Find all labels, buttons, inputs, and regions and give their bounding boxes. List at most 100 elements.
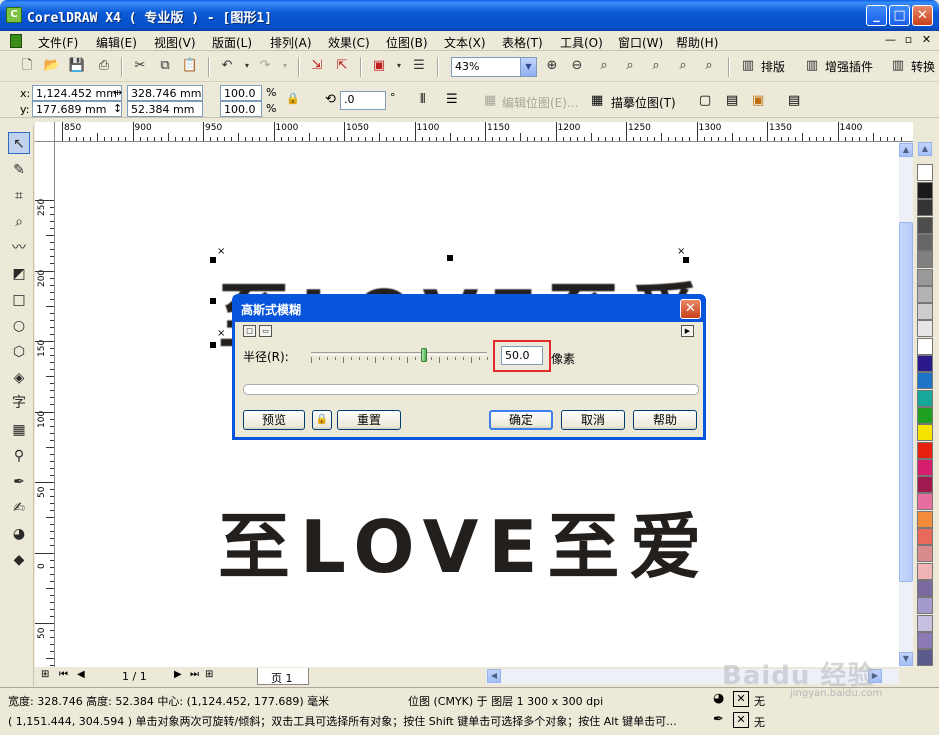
menu-arrange[interactable]: 排列(A) [270,34,312,51]
palette-scroll-up-icon[interactable]: ▲ [918,142,932,156]
doc-minimize-button[interactable]: — [883,33,898,48]
vertical-scrollbar[interactable]: ▲ ▼ [899,142,913,667]
fill-tool-icon[interactable]: ◕ [8,523,30,545]
crop-tool-icon[interactable]: ⌗ [8,185,30,207]
zoom-out-icon[interactable]: ⊖ [568,57,586,75]
interactive-fill-tool-icon[interactable]: ◆ [8,549,30,571]
dialog-expand-icon[interactable]: ▶ [681,325,694,337]
ruler-corner[interactable] [35,122,55,142]
doc-close-button[interactable]: ✕ [919,33,934,48]
width-field[interactable]: 328.746 mm [127,85,203,101]
dialog-split-view-icon[interactable]: ▭ [259,325,272,337]
color-swatch[interactable] [917,597,933,615]
y-position-field[interactable]: 177.689 mm [32,101,122,117]
mirror-vertical-icon[interactable]: ☰ [446,92,458,107]
height-field[interactable]: 52.384 mm [127,101,203,117]
page-tab[interactable]: 页 1 [257,668,309,685]
redo-dropdown-icon[interactable]: ▾ [276,57,294,75]
menu-help[interactable]: 帮助(H) [676,34,718,51]
mirror-horizontal-icon[interactable]: ⫴ [420,92,425,107]
radius-slider-thumb[interactable] [421,348,427,362]
save-icon[interactable]: 💾 [68,57,86,75]
menu-window[interactable]: 窗口(W) [618,34,663,51]
bitmap-color-mask-icon[interactable]: ▣ [752,93,764,108]
selection-handle[interactable] [210,342,216,348]
menu-bitmaps[interactable]: 位图(B) [386,34,428,51]
paste-icon[interactable]: 📋 [181,57,199,75]
color-swatch[interactable] [917,406,933,424]
color-swatch[interactable] [917,528,933,545]
color-swatch[interactable] [917,579,933,597]
x-position-field[interactable]: 1,124.452 mm [32,85,122,101]
zoom-level-select[interactable]: 43% ▼ [451,57,537,77]
color-swatch[interactable] [917,614,933,632]
polygon-tool-icon[interactable]: ⬡ [8,341,30,363]
first-page-icon[interactable]: ⏮ [59,669,68,680]
plugin-button[interactable]: 增强插件 [825,58,873,75]
radius-slider-track[interactable] [311,352,487,355]
zoom-all-icon[interactable]: ⌕ [621,57,639,75]
ok-button[interactable]: 确定 [489,410,553,430]
auto-preview-lock-icon[interactable]: 🔒 [312,410,332,430]
text-tool-icon[interactable]: 字 [8,392,30,414]
color-swatch[interactable] [917,493,933,511]
selection-handle[interactable] [447,255,453,261]
menu-layout[interactable]: 版面(L) [212,34,252,51]
menu-view[interactable]: 视图(V) [154,34,196,51]
color-swatch[interactable] [917,631,933,649]
new-icon[interactable]: 🗋 [18,57,36,75]
color-swatch[interactable] [917,355,933,372]
color-swatch[interactable] [917,337,933,355]
rotation-field[interactable]: .0 [340,91,386,110]
edit-bitmap-button[interactable]: 编辑位图(E)... [502,94,578,111]
basic-shapes-tool-icon[interactable]: ◈ [8,367,30,389]
last-page-icon[interactable]: ⏭ [190,669,199,680]
shape-tool-icon[interactable]: ✎ [8,159,30,181]
color-swatch[interactable] [917,199,933,217]
scroll-left-icon[interactable]: ◀ [487,669,501,683]
color-swatch[interactable] [917,285,933,303]
trace-bitmap-button[interactable]: 描摹位图(T) [611,94,676,111]
color-swatch[interactable] [917,233,933,251]
no-outline-swatch-icon[interactable]: ✕ [733,712,749,728]
freehand-tool-icon[interactable]: 〰 [8,237,30,259]
selection-handle[interactable] [683,257,689,263]
crop-bitmap-icon[interactable]: ▢ [699,93,711,108]
color-swatch[interactable] [917,649,933,667]
maximize-button[interactable]: □ [889,5,910,26]
open-icon[interactable]: 📂 [43,57,61,75]
zoom-height-icon[interactable]: ⌕ [700,57,718,75]
welcome-screen-icon[interactable]: ☰ [410,57,428,75]
menu-text[interactable]: 文本(X) [444,34,486,51]
layout-icon[interactable]: ▥ [739,57,757,75]
color-swatch[interactable] [917,320,933,338]
cut-icon[interactable]: ✂ [131,57,149,75]
redo-icon[interactable]: ↷ [256,57,274,75]
scroll-thumb[interactable] [899,222,913,582]
plugin-icon[interactable]: ▥ [803,57,821,75]
zoom-page-icon[interactable]: ⌕ [647,57,665,75]
prev-page-icon[interactable]: ◀ [77,669,85,680]
eyedropper-tool-icon[interactable]: ✒ [8,471,30,493]
zoom-in-icon[interactable]: ⊕ [543,57,561,75]
zoom-width-icon[interactable]: ⌕ [674,57,692,75]
resample-icon[interactable]: ▤ [726,93,738,108]
selection-handle[interactable] [210,298,216,304]
doc-restore-button[interactable]: ▫ [901,33,916,48]
smart-fill-tool-icon[interactable]: ◩ [8,263,30,285]
cancel-button[interactable]: 取消 [561,410,625,430]
color-swatch[interactable] [917,251,933,269]
horizontal-ruler[interactable]: 850 900 950 1000 1050 1100 1150 1200 1250 1300 135… [55,122,913,142]
color-swatch[interactable] [917,372,933,390]
import-icon[interactable]: ⇲ [308,57,326,75]
print-icon[interactable]: ⎙ [95,57,113,75]
color-swatch[interactable] [917,458,933,476]
no-fill-swatch-icon[interactable]: ✕ [733,691,749,707]
minimize-button[interactable]: _ [866,5,887,26]
layout-button[interactable]: 排版 [761,58,785,75]
preview-button[interactable]: 预览 [243,410,305,430]
color-swatch[interactable] [917,562,933,580]
convert-button[interactable]: 转换 [911,58,935,75]
menu-tools[interactable]: 工具(O) [560,34,603,51]
interactive-blend-tool-icon[interactable]: ⚲ [8,445,30,467]
